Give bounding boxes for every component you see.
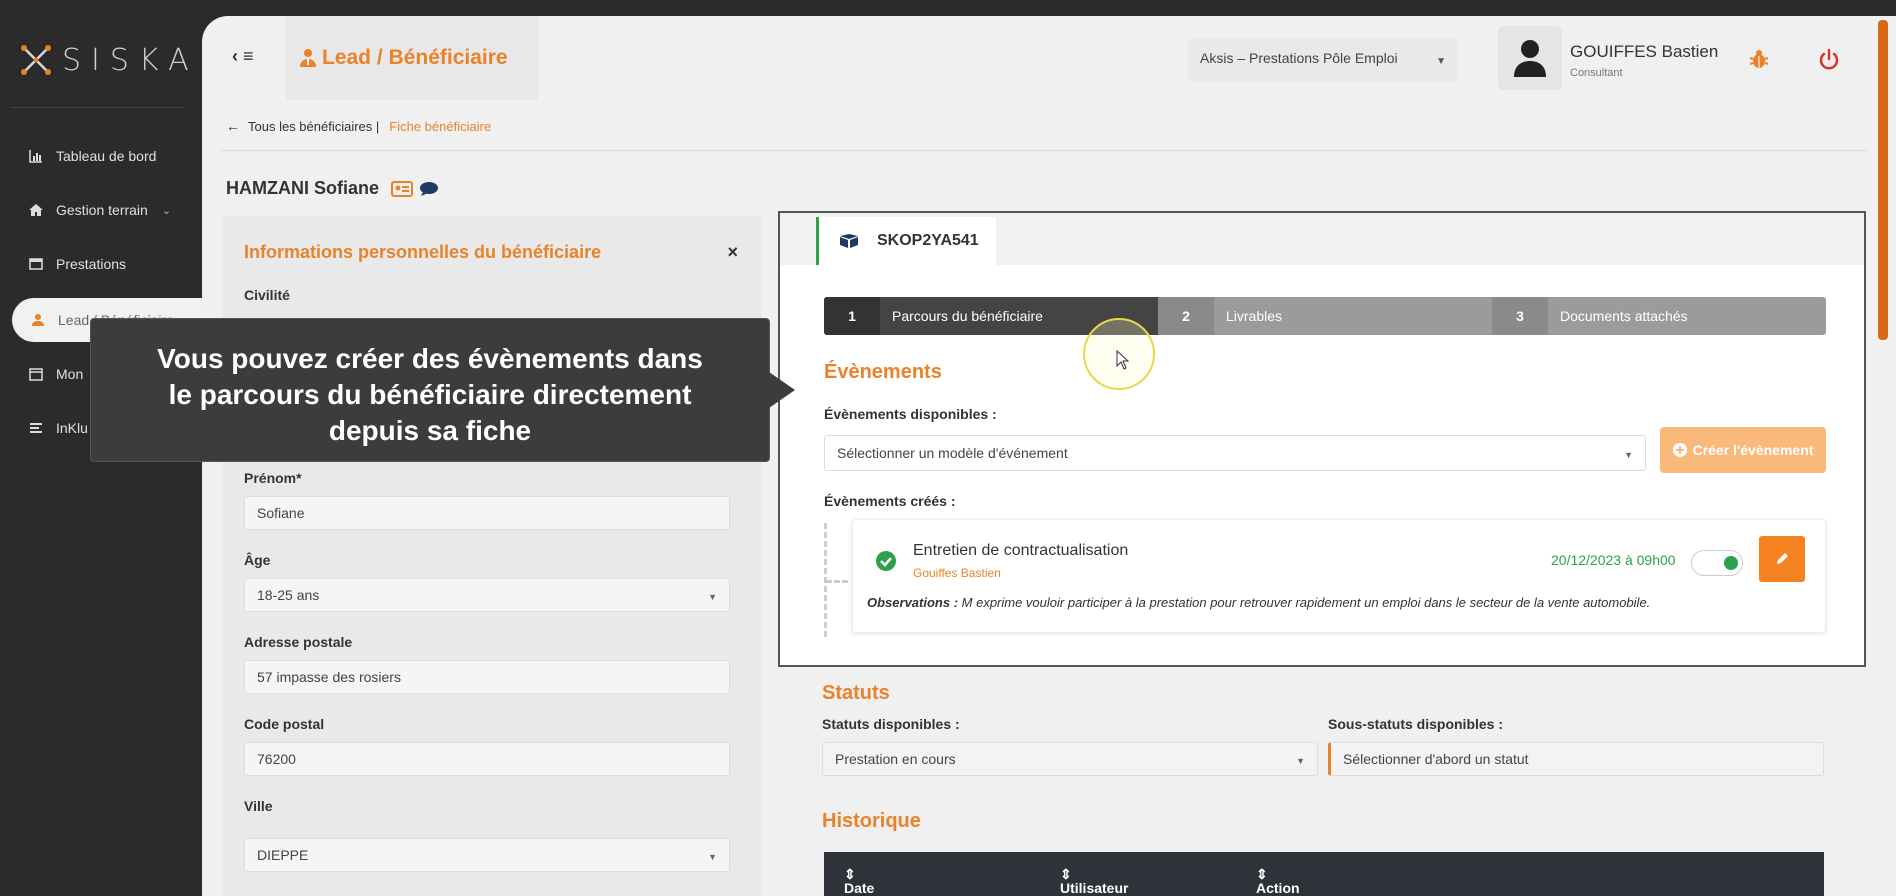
column-utilisateur[interactable]: Utilisateur ⇕ bbox=[1060, 866, 1128, 896]
window-icon bbox=[28, 256, 44, 272]
menu-toggle-button[interactable]: ‹ ≡ bbox=[232, 46, 254, 67]
comment-icon[interactable] bbox=[419, 181, 439, 197]
sous-statuts-label: Sous-statuts disponibles : bbox=[1328, 716, 1504, 732]
sidebar-item-label: InKlu bbox=[56, 420, 88, 436]
panel-title: Informations personnelles du bénéficiair… bbox=[244, 242, 602, 262]
column-date[interactable]: Date ⇕ bbox=[844, 866, 874, 896]
check-circle-icon bbox=[875, 550, 897, 577]
events-created-label: Évènements créés : bbox=[824, 493, 956, 509]
sidebar-divider bbox=[12, 107, 184, 108]
calendar-icon bbox=[28, 366, 44, 382]
toggle-knob bbox=[1724, 556, 1738, 570]
sidebar-item-label: Prestations bbox=[56, 256, 127, 272]
person-name: HAMZANI Sofiane bbox=[226, 178, 439, 199]
create-event-button[interactable]: Créer l'évènement bbox=[1660, 427, 1826, 473]
bug-icon[interactable] bbox=[1748, 48, 1770, 75]
statut-select[interactable]: Prestation en cours ▼ bbox=[822, 742, 1318, 776]
pencil-icon bbox=[1777, 553, 1788, 564]
event-date: 20/12/2023 à 09h00 bbox=[1551, 552, 1676, 568]
list-icon bbox=[28, 420, 44, 436]
sidebar-item-label: Gestion terrain bbox=[56, 202, 148, 218]
statuts-available-label: Statuts disponibles : bbox=[822, 716, 960, 732]
parcours-card: SKOP2YA541 1 Parcours du bénéficiaire 2 … bbox=[778, 211, 1866, 667]
prenom-label: Prénom* bbox=[244, 470, 302, 486]
sidebar-item-tableau-de-bord[interactable]: Tableau de bord bbox=[28, 148, 156, 164]
breadcrumb-divider bbox=[220, 150, 1868, 151]
user-role: Consultant bbox=[1570, 67, 1623, 79]
chevron-down-icon: ⌄ bbox=[161, 204, 172, 217]
mouse-cursor-icon bbox=[1116, 350, 1130, 370]
step-documents[interactable]: 3 Documents attachés bbox=[1492, 297, 1826, 335]
id-card-icon[interactable] bbox=[391, 180, 413, 197]
home-icon bbox=[28, 202, 44, 218]
caret-down-icon: ▼ bbox=[1436, 56, 1446, 67]
event-template-select[interactable]: Sélectionner un modèle d'événement ▼ bbox=[824, 435, 1646, 471]
boxes-icon bbox=[840, 234, 858, 248]
user-name: GOUIFFES Bastien bbox=[1570, 42, 1719, 61]
organization-select[interactable]: Aksis – Prestations Pôle Emploi ▼ bbox=[1188, 38, 1458, 82]
sidebar-item-inklu[interactable]: InKlu bbox=[28, 420, 88, 436]
ville-label: Ville bbox=[244, 798, 273, 814]
bar-chart-icon bbox=[28, 148, 44, 164]
page-title: Lead / Bénéficiaire bbox=[298, 46, 508, 70]
sidebar-item-label: Mon bbox=[56, 366, 84, 382]
breadcrumb-parent-link[interactable]: Tous les bénéficiaires | bbox=[248, 119, 379, 134]
event-user: Gouiffes Bastien bbox=[913, 566, 1001, 580]
sidebar-item-mon[interactable]: Mon bbox=[28, 366, 83, 382]
code-postal-label: Code postal bbox=[244, 716, 325, 732]
edit-event-button[interactable] bbox=[1759, 536, 1805, 582]
breadcrumb-current: Fiche bénéficiaire bbox=[389, 118, 492, 134]
steps-bar: 1 Parcours du bénéficiaire 2 Livrables 3… bbox=[824, 297, 1826, 335]
avatar[interactable] bbox=[1498, 26, 1562, 90]
user-icon bbox=[30, 312, 46, 328]
user-tie-icon bbox=[300, 49, 316, 67]
sous-statut-select[interactable]: Sélectionner d'abord un statut bbox=[1328, 742, 1824, 776]
event-item: Entretien de contractualisation Gouiffes… bbox=[852, 519, 1826, 633]
code-postal-field[interactable]: 76200 bbox=[244, 742, 730, 776]
age-select[interactable]: 18-25 ans ▼ bbox=[244, 578, 730, 612]
age-label: Âge bbox=[244, 552, 271, 568]
user-avatar-icon bbox=[1514, 40, 1546, 77]
sidebar-item-prestations[interactable]: Prestations bbox=[28, 256, 126, 272]
sidebar-item-label: Tableau de bord bbox=[56, 148, 157, 164]
brand-name: SISKA bbox=[62, 42, 199, 78]
tab-skop2ya541[interactable]: SKOP2YA541 bbox=[816, 217, 996, 265]
timeline-connector bbox=[826, 580, 848, 583]
tooltip-arrow bbox=[769, 372, 795, 408]
page-scrollbar[interactable] bbox=[1878, 20, 1888, 340]
caret-down-icon: ▼ bbox=[1624, 450, 1633, 460]
step-livrables[interactable]: 2 Livrables bbox=[1158, 297, 1492, 335]
logo-mark-icon bbox=[21, 45, 51, 75]
close-icon[interactable]: × bbox=[727, 242, 738, 263]
caret-down-icon: ▼ bbox=[708, 852, 717, 862]
event-toggle[interactable] bbox=[1691, 550, 1743, 576]
adresse-field[interactable]: 57 impasse des rosiers bbox=[244, 660, 730, 694]
prenom-field[interactable]: Sofiane bbox=[244, 496, 730, 530]
arrow-left-icon: ← bbox=[226, 118, 240, 134]
column-action[interactable]: Action ⇕ bbox=[1256, 866, 1300, 896]
events-title: Évènements bbox=[824, 361, 942, 383]
tutorial-tooltip: Vous pouvez créer des évènements dans le… bbox=[90, 318, 770, 462]
historique-table-header: Date ⇕ Utilisateur ⇕ Action ⇕ bbox=[824, 852, 1824, 896]
breadcrumb: ← Tous les bénéficiaires | Fiche bénéfic… bbox=[226, 118, 491, 134]
sidebar-item-gestion-terrain[interactable]: Gestion terrain ⌄ bbox=[28, 202, 171, 218]
plus-circle-icon bbox=[1672, 443, 1687, 457]
historique-title: Historique bbox=[822, 810, 921, 832]
power-icon[interactable] bbox=[1818, 48, 1840, 75]
adresse-label: Adresse postale bbox=[244, 634, 353, 650]
event-observations: Observations : M exprime vouloir partici… bbox=[867, 595, 1651, 610]
civilite-label: Civilité bbox=[244, 287, 290, 303]
statuts-title: Statuts bbox=[822, 682, 890, 704]
event-name: Entretien de contractualisation bbox=[913, 542, 1129, 559]
caret-down-icon: ▼ bbox=[708, 592, 717, 602]
siska-logo[interactable]: SISKA bbox=[18, 42, 199, 78]
ville-select[interactable]: DIEPPE ▼ bbox=[244, 838, 730, 872]
events-available-label: Évènements disponibles : bbox=[824, 406, 997, 422]
caret-down-icon: ▼ bbox=[1296, 756, 1305, 766]
